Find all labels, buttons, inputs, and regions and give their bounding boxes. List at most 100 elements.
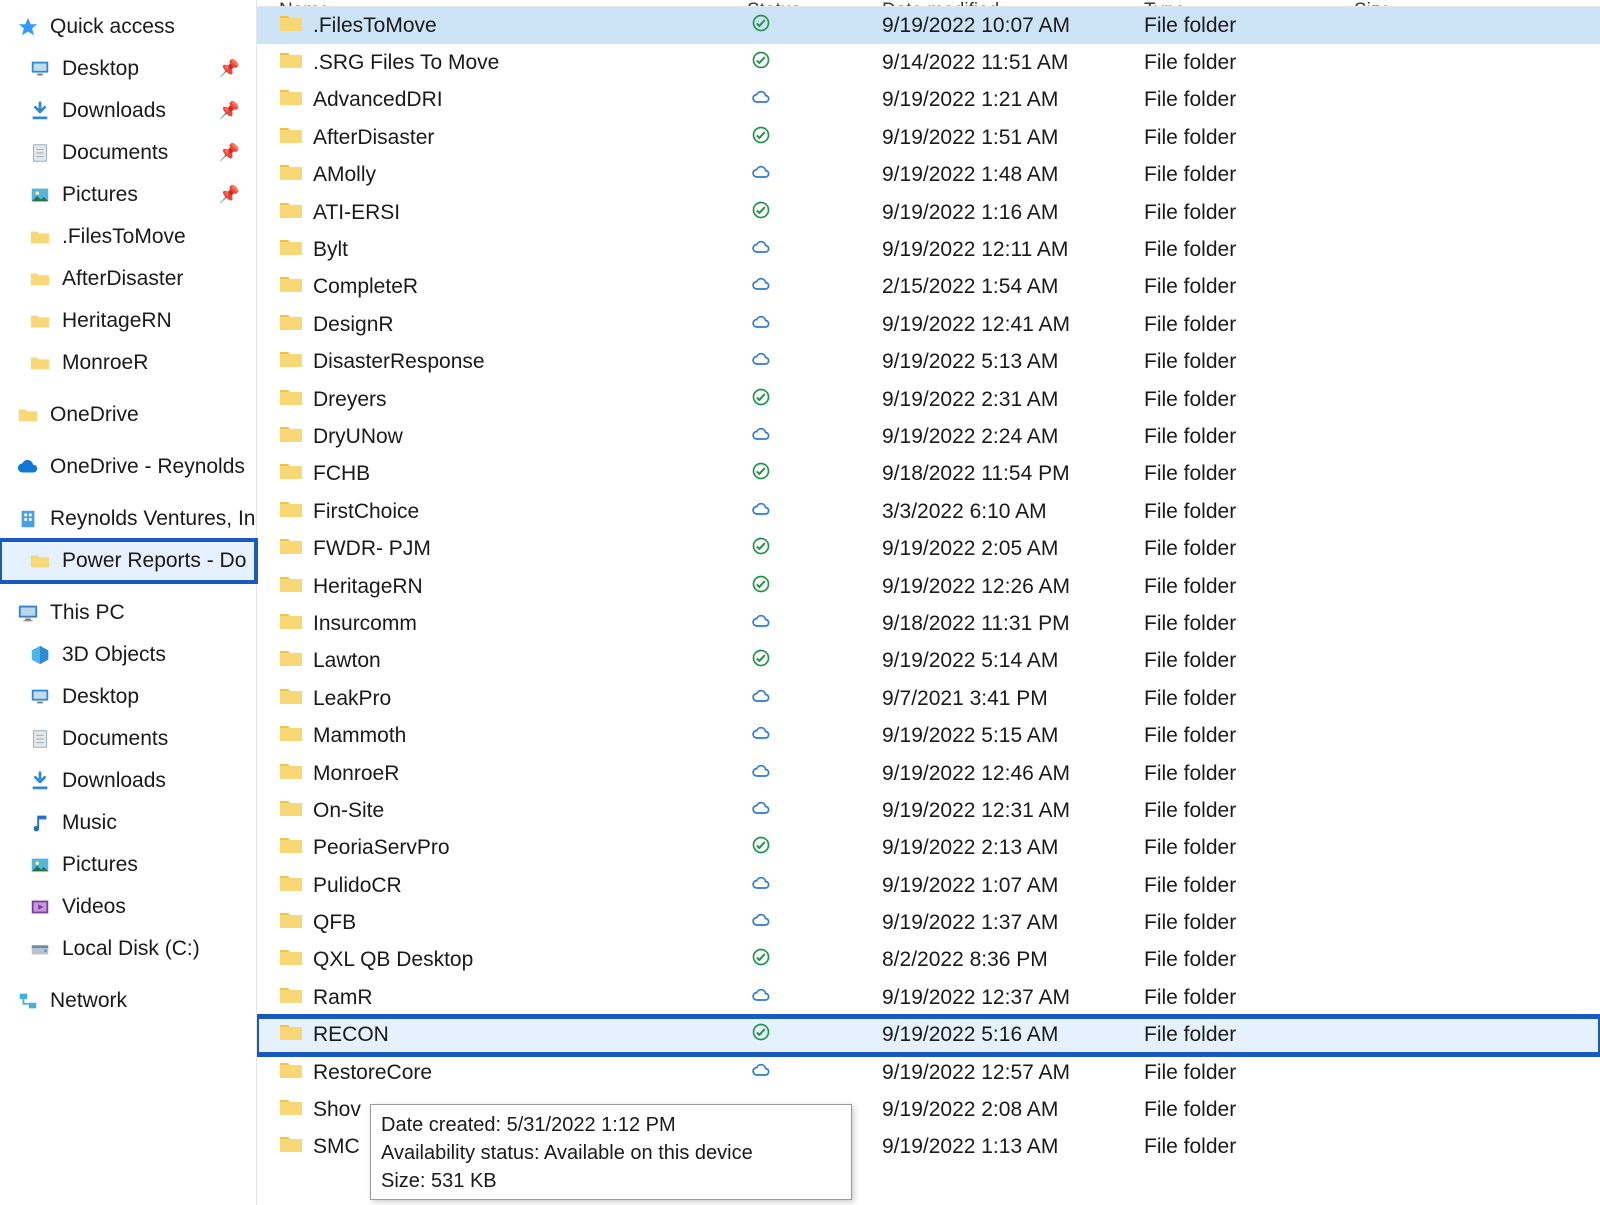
file-date: 9/19/2022 1:51 AM bbox=[876, 126, 1138, 150]
file-name: DesignR bbox=[313, 313, 394, 337]
sidebar-item-localdisk[interactable]: Local Disk (C:) bbox=[0, 928, 256, 970]
column-size[interactable]: Size bbox=[1348, 0, 1600, 7]
file-name: Shov bbox=[313, 1098, 361, 1122]
sidebar-item-quick-access[interactable]: Quick access bbox=[0, 6, 256, 48]
file-date: 9/19/2022 2:24 AM bbox=[876, 425, 1138, 449]
cloud-status-icon bbox=[751, 912, 771, 935]
table-row[interactable]: Dreyers 9/19/2022 2:31 AMFile folder bbox=[257, 381, 1600, 418]
folder-icon bbox=[279, 1096, 303, 1124]
table-row[interactable]: QXL QB Desktop 8/2/2022 8:36 PMFile fold… bbox=[257, 942, 1600, 979]
table-row[interactable]: FCHB 9/18/2022 11:54 PMFile folder bbox=[257, 456, 1600, 493]
sidebar-item-label: Downloads bbox=[62, 99, 166, 123]
table-row[interactable]: DisasterResponse 9/19/2022 5:13 AMFile f… bbox=[257, 344, 1600, 381]
sidebar-item-heritagern[interactable]: HeritageRN bbox=[0, 300, 256, 342]
table-row[interactable]: On-Site 9/19/2022 12:31 AMFile folder bbox=[257, 792, 1600, 829]
table-row[interactable]: FirstChoice 3/3/2022 6:10 AMFile folder bbox=[257, 493, 1600, 530]
table-row[interactable]: RestoreCore 9/19/2022 12:57 AMFile folde… bbox=[257, 1054, 1600, 1091]
column-headers[interactable]: Name Status Date modified Type Size bbox=[257, 0, 1600, 7]
folder-icon bbox=[279, 797, 303, 825]
downloads-icon bbox=[28, 99, 52, 123]
table-row[interactable]: Lawton 9/19/2022 5:14 AMFile folder bbox=[257, 643, 1600, 680]
file-type: File folder bbox=[1138, 1135, 1348, 1159]
file-date: 9/19/2022 1:07 AM bbox=[876, 874, 1138, 898]
sidebar-item-pictures[interactable]: Pictures📌 bbox=[0, 174, 256, 216]
table-row[interactable]: AfterDisaster 9/19/2022 1:51 AMFile fold… bbox=[257, 119, 1600, 156]
column-type[interactable]: Type bbox=[1138, 0, 1348, 7]
file-type: File folder bbox=[1138, 163, 1348, 187]
sidebar-item-pictures2[interactable]: Pictures bbox=[0, 844, 256, 886]
file-type: File folder bbox=[1138, 649, 1348, 673]
table-row[interactable]: AMolly 9/19/2022 1:48 AMFile folder bbox=[257, 157, 1600, 194]
sidebar-item-videos[interactable]: Videos bbox=[0, 886, 256, 928]
folder-icon bbox=[279, 199, 303, 227]
table-row[interactable]: QFB 9/19/2022 1:37 AMFile folder bbox=[257, 904, 1600, 941]
cloud-status-icon bbox=[751, 239, 771, 262]
sidebar-item-documents2[interactable]: Documents bbox=[0, 718, 256, 760]
sidebar-item-onedrive-reynolds[interactable]: OneDrive - Reynolds bbox=[0, 446, 256, 488]
file-type: File folder bbox=[1138, 313, 1348, 337]
sidebar-item-documents[interactable]: Documents📌 bbox=[0, 132, 256, 174]
synced-status-icon bbox=[751, 15, 771, 38]
pin-icon: 📌 bbox=[219, 101, 240, 121]
sidebar-item-music[interactable]: Music bbox=[0, 802, 256, 844]
sidebar-item-monroer[interactable]: MonroeR bbox=[0, 342, 256, 384]
table-row[interactable]: FWDR- PJM 9/19/2022 2:05 AMFile folder bbox=[257, 530, 1600, 567]
table-row[interactable]: ATI-ERSI 9/19/2022 1:16 AMFile folder bbox=[257, 194, 1600, 231]
table-row[interactable]: .SRG Files To Move 9/14/2022 11:51 AMFil… bbox=[257, 44, 1600, 81]
this-pc-label: This PC bbox=[50, 601, 125, 625]
column-status[interactable]: Status bbox=[741, 0, 876, 7]
sidebar-item-this-pc[interactable]: This PC bbox=[0, 592, 256, 634]
table-row[interactable]: RECON 9/19/2022 5:16 AMFile folder bbox=[257, 1017, 1600, 1054]
sidebar-item-reynolds-ventures[interactable]: Reynolds Ventures, In bbox=[0, 498, 256, 540]
folder-icon bbox=[279, 423, 303, 451]
documents-icon bbox=[28, 727, 52, 751]
sidebar-item-desktop[interactable]: Desktop📌 bbox=[0, 48, 256, 90]
table-row[interactable]: HeritageRN 9/19/2022 12:26 AMFile folder bbox=[257, 568, 1600, 605]
folder-icon bbox=[279, 1133, 303, 1161]
sidebar-item-desktop2[interactable]: Desktop bbox=[0, 676, 256, 718]
file-type: File folder bbox=[1138, 799, 1348, 823]
file-name: DisasterResponse bbox=[313, 350, 485, 374]
file-date: 2/15/2022 1:54 AM bbox=[876, 275, 1138, 299]
column-date[interactable]: Date modified bbox=[876, 0, 1138, 7]
folder-icon bbox=[28, 267, 52, 291]
table-row[interactable]: Mammoth 9/19/2022 5:15 AMFile folder bbox=[257, 717, 1600, 754]
table-row[interactable]: RamR 9/19/2022 12:37 AMFile folder bbox=[257, 979, 1600, 1016]
table-row[interactable]: AdvancedDRI 9/19/2022 1:21 AMFile folder bbox=[257, 82, 1600, 119]
sidebar-item-3d[interactable]: 3D Objects bbox=[0, 634, 256, 676]
file-type: File folder bbox=[1138, 201, 1348, 225]
folder-icon bbox=[279, 722, 303, 750]
sidebar-item-power-reports[interactable]: Power Reports - Do bbox=[0, 540, 256, 582]
column-name[interactable]: Name bbox=[273, 0, 741, 7]
file-date: 9/19/2022 5:14 AM bbox=[876, 649, 1138, 673]
file-date: 9/7/2021 3:41 PM bbox=[876, 687, 1138, 711]
folder-icon bbox=[279, 984, 303, 1012]
file-type: File folder bbox=[1138, 462, 1348, 486]
reynolds-ventures-label: Reynolds Ventures, In bbox=[50, 507, 255, 531]
table-row[interactable]: DryUNow 9/19/2022 2:24 AMFile folder bbox=[257, 418, 1600, 455]
file-date: 9/18/2022 11:31 PM bbox=[876, 612, 1138, 636]
file-name: Insurcomm bbox=[313, 612, 417, 636]
table-row[interactable]: Insurcomm 9/18/2022 11:31 PMFile folder bbox=[257, 605, 1600, 642]
sidebar-item-downloads2[interactable]: Downloads bbox=[0, 760, 256, 802]
sidebar-item-filestomove[interactable]: .FilesToMove bbox=[0, 216, 256, 258]
folder-icon bbox=[279, 573, 303, 601]
table-row[interactable]: PulidoCR 9/19/2022 1:07 AMFile folder bbox=[257, 867, 1600, 904]
cloud-status-icon bbox=[751, 875, 771, 898]
table-row[interactable]: CompleteR 2/15/2022 1:54 AMFile folder bbox=[257, 269, 1600, 306]
sidebar-item-afterdisaster[interactable]: AfterDisaster bbox=[0, 258, 256, 300]
sidebar-item-downloads[interactable]: Downloads 📌 bbox=[0, 90, 256, 132]
sidebar-item-label: HeritageRN bbox=[62, 309, 172, 333]
sidebar-item-onedrive[interactable]: OneDrive bbox=[0, 394, 256, 436]
table-row[interactable]: MonroeR 9/19/2022 12:46 AMFile folder bbox=[257, 755, 1600, 792]
sidebar-item-network[interactable]: Network bbox=[0, 980, 256, 1022]
table-row[interactable]: .FilesToMove 9/19/2022 10:07 AMFile fold… bbox=[257, 7, 1600, 44]
table-row[interactable]: PeoriaServPro 9/19/2022 2:13 AMFile fold… bbox=[257, 830, 1600, 867]
pin-icon: 📌 bbox=[219, 143, 240, 163]
file-type: File folder bbox=[1138, 238, 1348, 262]
file-date: 9/19/2022 5:15 AM bbox=[876, 724, 1138, 748]
table-row[interactable]: DesignR 9/19/2022 12:41 AMFile folder bbox=[257, 306, 1600, 343]
file-date: 9/19/2022 12:41 AM bbox=[876, 313, 1138, 337]
table-row[interactable]: LeakPro 9/7/2021 3:41 PMFile folder bbox=[257, 680, 1600, 717]
table-row[interactable]: Bylt 9/19/2022 12:11 AMFile folder bbox=[257, 231, 1600, 268]
